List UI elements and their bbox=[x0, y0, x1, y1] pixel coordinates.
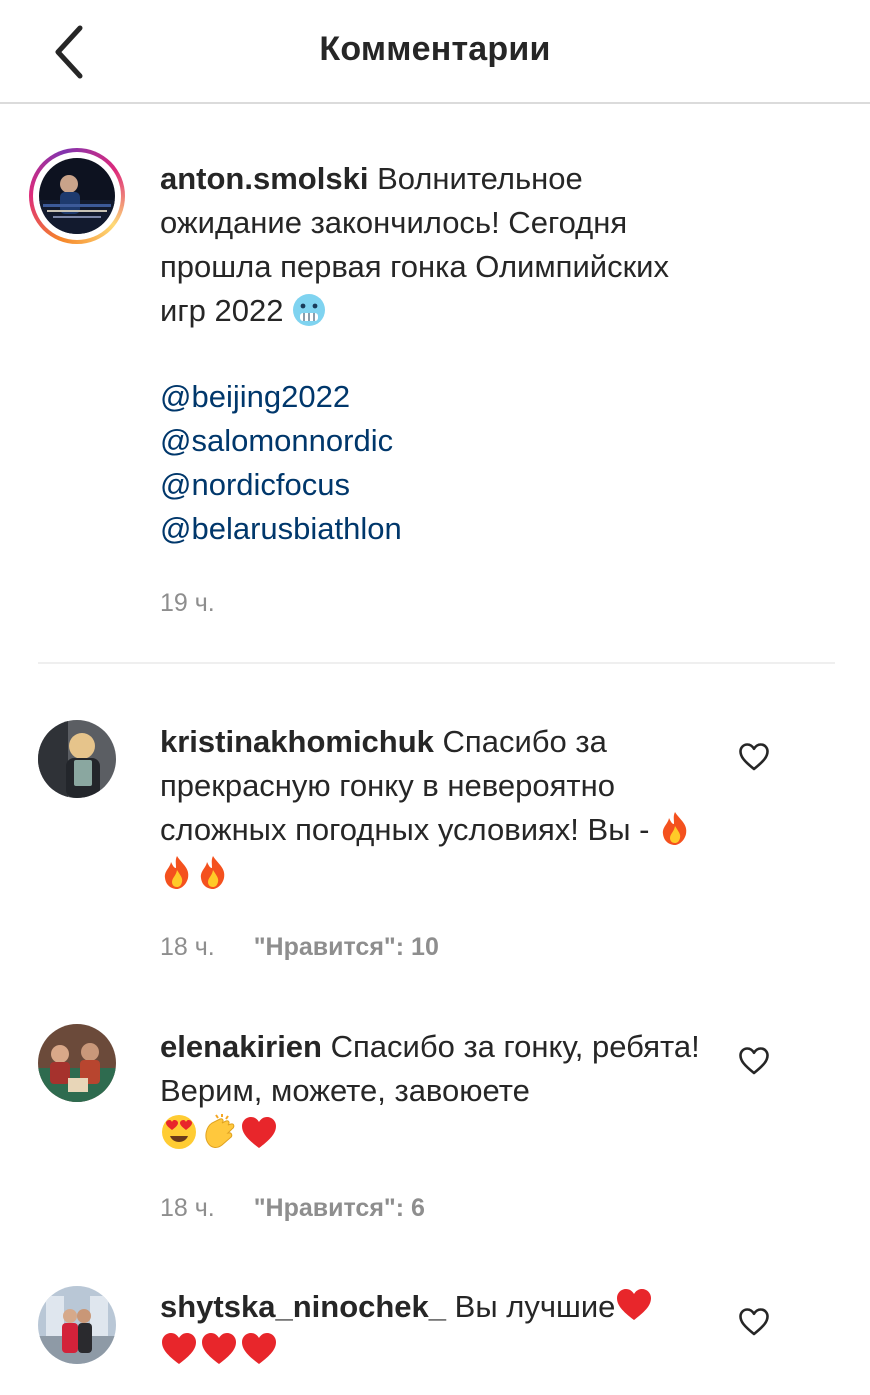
comment-username[interactable]: elenakirien bbox=[160, 1029, 322, 1064]
red-heart-emoji-icon bbox=[202, 1333, 236, 1364]
page-title: Комментарии bbox=[319, 30, 551, 68]
red-heart-emoji-icon bbox=[242, 1333, 276, 1364]
comment-text-block: elenakirien Спасибо за гонку, ребята! Ве… bbox=[160, 1025, 720, 1157]
mention-link[interactable]: @salomonnordic bbox=[160, 419, 720, 463]
avatar-photo bbox=[38, 1286, 116, 1364]
mention-link[interactable]: @beijing2022 bbox=[160, 375, 720, 419]
likes-count[interactable]: "Нравится": 10 bbox=[254, 933, 439, 961]
likes-count[interactable]: "Нравится": 6 bbox=[254, 1194, 425, 1222]
fire-emoji-icon bbox=[662, 812, 687, 845]
avatar[interactable] bbox=[38, 720, 116, 798]
caption-text-block: anton.smolski Волнительное ожидание зако… bbox=[160, 157, 720, 333]
mention-link[interactable]: @nordicfocus bbox=[160, 463, 720, 507]
caption-timestamp: 19 ч. bbox=[160, 589, 215, 617]
caption-username[interactable]: anton.smolski bbox=[160, 161, 368, 196]
comment-text-block: kristinakhomichuk Спасибо за прекрасную … bbox=[160, 720, 720, 896]
comment-username[interactable]: kristinakhomichuk bbox=[160, 724, 434, 759]
red-heart-emoji-icon bbox=[242, 1117, 276, 1148]
fire-emoji-icon bbox=[164, 856, 189, 889]
red-heart-emoji-icon bbox=[162, 1333, 196, 1364]
comment-text: Вы лучшие bbox=[454, 1289, 616, 1324]
like-heart-icon[interactable] bbox=[738, 1046, 770, 1076]
clapping-hands-emoji-icon bbox=[205, 1114, 235, 1148]
mention-list: @beijing2022 @salomonnordic @nordicfocus… bbox=[160, 375, 720, 551]
avatar-photo bbox=[38, 1024, 116, 1102]
comment-username[interactable]: shytska_ninochek_ bbox=[160, 1289, 446, 1324]
comment-timestamp: 18 ч. bbox=[160, 933, 215, 961]
avatar[interactable] bbox=[38, 1286, 116, 1364]
divider bbox=[38, 662, 835, 664]
like-heart-icon[interactable] bbox=[738, 742, 770, 772]
heart-eyes-emoji-icon bbox=[162, 1115, 196, 1149]
comment-meta: 18 ч. "Нравится": 6 bbox=[160, 1194, 425, 1223]
comment-timestamp: 18 ч. bbox=[160, 1194, 215, 1222]
comment-meta: 18 ч. "Нравится": 10 bbox=[160, 933, 439, 962]
avatar-photo bbox=[39, 158, 115, 234]
caption-meta: 19 ч. bbox=[160, 589, 215, 618]
red-heart-emoji-icon bbox=[617, 1289, 652, 1320]
mention-link[interactable]: @belarusbiathlon bbox=[160, 507, 720, 551]
like-heart-icon[interactable] bbox=[738, 1307, 770, 1337]
comment-text-block: shytska_ninochek_ Вы лучшие bbox=[160, 1285, 720, 1373]
avatar-photo bbox=[38, 720, 116, 798]
top-bar: Комментарии bbox=[0, 0, 870, 104]
avatar[interactable] bbox=[38, 1024, 116, 1102]
cold-face-emoji-icon bbox=[293, 294, 326, 326]
avatar[interactable] bbox=[39, 158, 115, 234]
fire-emoji-icon bbox=[200, 856, 225, 889]
